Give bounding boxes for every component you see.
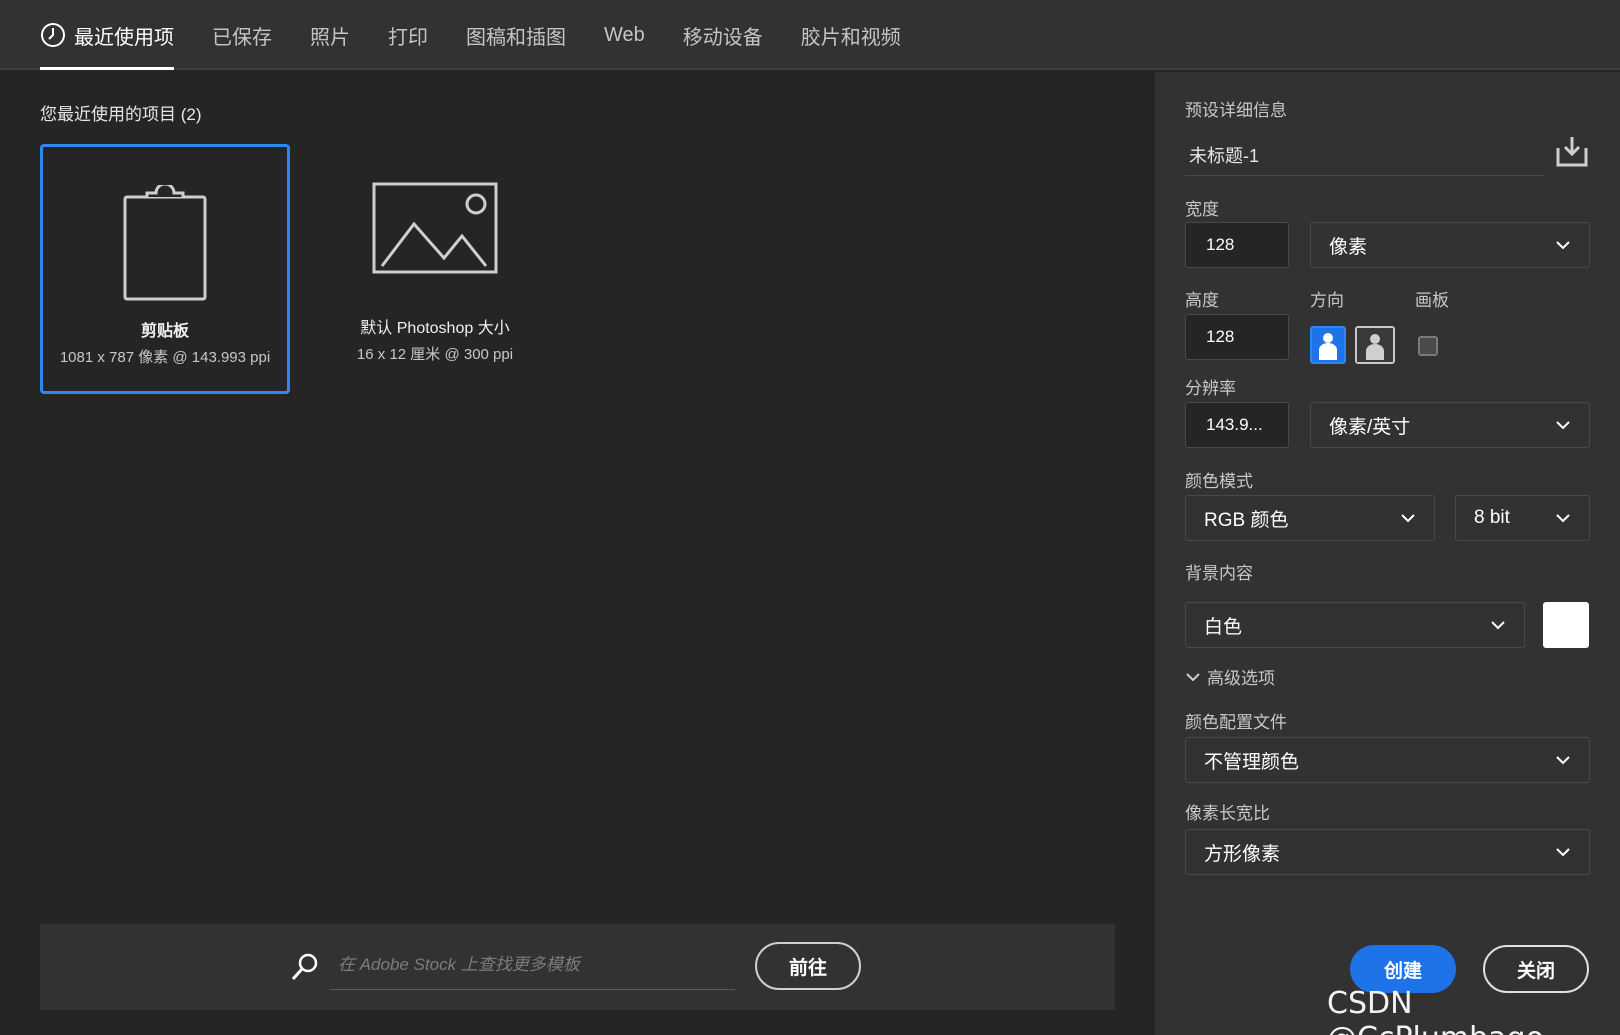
search-icon <box>290 952 320 987</box>
background-color-swatch[interactable] <box>1543 602 1589 648</box>
recent-item-clipboard[interactable]: 剪贴板 1081 x 787 像素 @ 143.993 ppi <box>40 144 290 394</box>
resolution-input[interactable]: 143.9... <box>1185 402 1289 448</box>
width-input[interactable]: 128 <box>1185 222 1289 268</box>
pixel-aspect-label: 像素长宽比 <box>1185 804 1270 823</box>
category-tabs: 最近使用项 已保存 照片 打印 图稿和插图 Web 移动设备 胶片和视频 <box>40 0 939 70</box>
preset-details-panel: 预设详细信息 未标题-1 宽度 128 像素 高度 方向 画板 128 分辨率 … <box>1155 72 1620 1035</box>
tab-label: 已保存 <box>212 26 272 49</box>
tab-label: 图稿和插图 <box>466 26 566 49</box>
select-value: 白色 <box>1204 616 1243 638</box>
select-value: 像素/英寸 <box>1329 416 1411 438</box>
artboard-checkbox[interactable] <box>1418 336 1438 356</box>
color-profile-label: 颜色配置文件 <box>1185 713 1287 732</box>
chevron-down-icon <box>1555 417 1571 439</box>
pixel-aspect-select[interactable]: 方形像素 <box>1185 829 1590 875</box>
chevron-down-icon <box>1400 510 1416 532</box>
chevron-down-icon <box>1555 510 1571 532</box>
chevron-down-icon <box>1185 669 1201 685</box>
height-label: 高度 <box>1185 291 1219 310</box>
top-tab-bar: 最近使用项 已保存 照片 打印 图稿和插图 Web 移动设备 胶片和视频 <box>0 0 1620 70</box>
select-value: 8 bit <box>1474 507 1510 528</box>
document-name-field[interactable]: 未标题-1 <box>1185 134 1545 176</box>
stock-search-input[interactable] <box>330 940 735 990</box>
go-button[interactable]: 前往 <box>755 942 861 990</box>
landscape-orientation-icon[interactable] <box>1355 326 1395 364</box>
tab-photo[interactable]: 照片 <box>310 0 350 70</box>
recent-items-title: 您最近使用的项目 (2) <box>40 105 202 124</box>
tab-label: 照片 <box>310 26 350 49</box>
tab-mobile[interactable]: 移动设备 <box>683 0 763 70</box>
save-preset-icon[interactable] <box>1555 134 1589 173</box>
color-profile-select[interactable]: 不管理颜色 <box>1185 737 1590 783</box>
clock-icon <box>40 22 66 48</box>
resolution-unit-select[interactable]: 像素/英寸 <box>1310 402 1590 448</box>
advanced-options-label: 高级选项 <box>1207 669 1275 688</box>
color-mode-select[interactable]: RGB 颜色 <box>1185 495 1435 541</box>
select-value: 像素 <box>1329 236 1368 258</box>
chevron-down-icon <box>1555 752 1571 774</box>
tab-label: Web <box>604 23 645 46</box>
tab-web[interactable]: Web <box>604 0 645 70</box>
stock-search-bar: 前往 <box>40 924 1115 1010</box>
recent-item-meta: 1081 x 787 像素 @ 143.993 ppi <box>59 349 271 366</box>
color-mode-label: 颜色模式 <box>1185 472 1253 491</box>
chevron-down-icon <box>1490 617 1506 639</box>
tab-recent[interactable]: 最近使用项 <box>40 0 174 70</box>
preset-details-title: 预设详细信息 <box>1185 101 1287 120</box>
tab-art-illustration[interactable]: 图稿和插图 <box>466 0 566 70</box>
recent-item-name: 剪贴板 <box>140 323 189 340</box>
select-value: RGB 颜色 <box>1204 509 1289 531</box>
tab-print[interactable]: 打印 <box>388 0 428 70</box>
advanced-options-toggle[interactable]: 高级选项 <box>1185 664 1275 689</box>
recent-items-area: 您最近使用的项目 (2) 剪贴板 1081 x 787 像素 @ 143.993… <box>0 72 1155 1035</box>
chevron-down-icon <box>1555 844 1571 866</box>
tab-saved[interactable]: 已保存 <box>212 0 272 70</box>
background-select[interactable]: 白色 <box>1185 602 1525 648</box>
select-value: 方形像素 <box>1204 843 1281 865</box>
watermark-text: CSDN @CcPlumbago <box>1327 986 1544 1035</box>
select-value: 不管理颜色 <box>1204 751 1300 773</box>
tab-label: 打印 <box>388 26 428 49</box>
resolution-label: 分辨率 <box>1185 379 1236 398</box>
clipboard-icon <box>43 185 287 301</box>
tab-label: 胶片和视频 <box>800 26 901 49</box>
recent-item-name: 默认 Photoshop 大小 <box>360 320 510 337</box>
chevron-down-icon <box>1555 237 1571 259</box>
recent-item-meta: 16 x 12 厘米 @ 300 ppi <box>356 346 514 363</box>
orientation-label: 方向 <box>1310 291 1344 310</box>
bit-depth-select[interactable]: 8 bit <box>1455 495 1590 541</box>
tab-label: 最近使用项 <box>74 26 174 49</box>
width-label: 宽度 <box>1185 200 1219 219</box>
recent-item-default-photoshop-size[interactable]: 默认 Photoshop 大小 16 x 12 厘米 @ 300 ppi <box>310 144 560 394</box>
height-input[interactable]: 128 <box>1185 314 1289 360</box>
tab-film-video[interactable]: 胶片和视频 <box>801 0 901 70</box>
background-label: 背景内容 <box>1185 564 1253 583</box>
portrait-orientation-icon[interactable] <box>1310 326 1346 364</box>
width-unit-select[interactable]: 像素 <box>1310 222 1590 268</box>
image-icon <box>310 182 560 274</box>
tab-label: 移动设备 <box>682 26 763 49</box>
artboard-label: 画板 <box>1415 291 1449 310</box>
